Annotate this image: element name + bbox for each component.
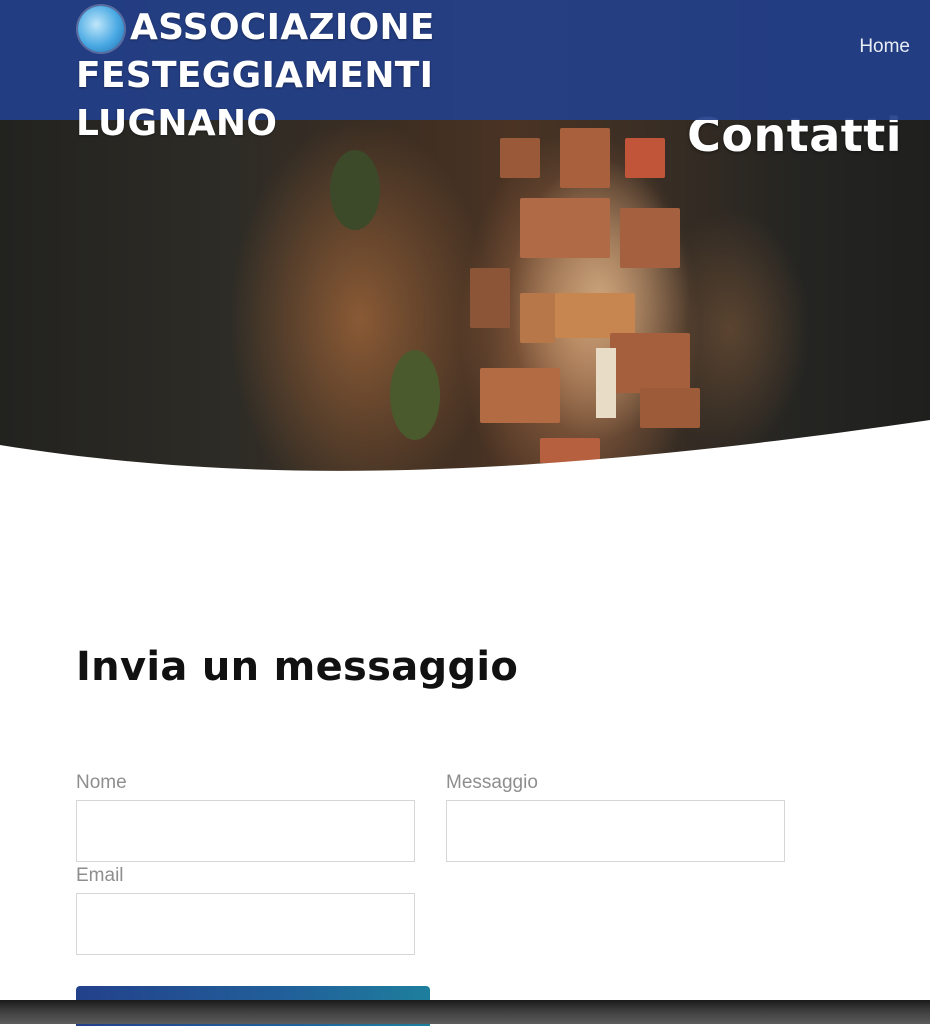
nav-home-link[interactable]: Home — [859, 36, 910, 58]
brand-line-2: LUGNANO — [76, 103, 278, 144]
hero-wave-divider — [0, 420, 930, 480]
name-input[interactable] — [76, 800, 415, 862]
name-label: Nome — [76, 772, 127, 793]
tree — [330, 150, 380, 230]
brand-line-1: ASSOCIAZIONE FESTEGGIAMENTI — [76, 7, 435, 96]
email-label: Email — [76, 865, 124, 886]
contact-form-heading: Invia un messaggio — [76, 644, 519, 690]
message-label: Messaggio — [446, 772, 538, 793]
message-input[interactable] — [446, 800, 785, 862]
email-input[interactable] — [76, 893, 415, 955]
site-header: ASSOCIAZIONE FESTEGGIAMENTI LUGNANO Home — [0, 0, 930, 144]
device-bottom-edge — [0, 1000, 930, 1024]
site-brand[interactable]: ASSOCIAZIONE FESTEGGIAMENTI LUGNANO — [76, 4, 796, 148]
